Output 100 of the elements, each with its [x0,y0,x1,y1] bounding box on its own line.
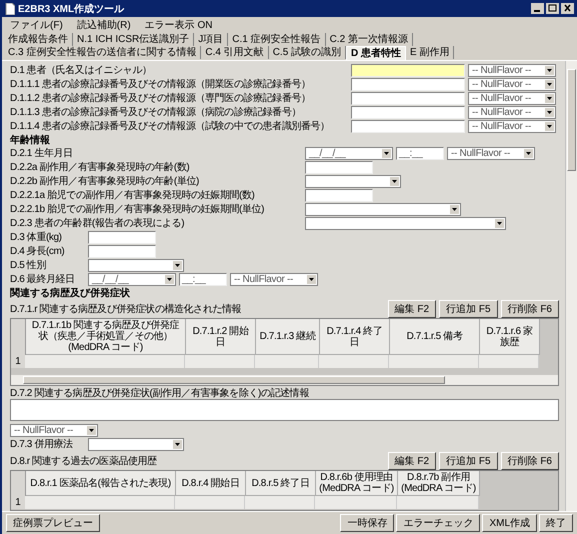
date-dropdown[interactable]: __/__/__ [305,146,393,160]
field-label: D.2.2.1b 胎児での副作用／有害事象発現時の妊娠期間(単位) [10,202,266,216]
toolbar-button[interactable]: 編集 F2 [388,300,436,318]
toolbar-button[interactable]: 行追加 F5 [439,452,498,470]
tab[interactable]: 作成報告条件 [4,33,73,46]
column-header[interactable]: D.8.r.4 開始日 [176,471,246,496]
toolbar-button[interactable]: 行削除 F6 [500,452,559,470]
tab[interactable]: N.1 ICH ICSR伝送識別子 [73,33,194,46]
tab[interactable]: C.4 引用文献 [201,46,269,59]
toolbar-button[interactable]: 行削除 F6 [500,300,559,318]
section-heading: 年齢情報 [10,134,51,146]
column-header[interactable]: D.7.1.r.1b 関連する病歴及び併発症状（疾患／手術処置／その他）(MedDRA コード) [26,319,186,355]
null-flavor-dropdown[interactable]: -- NullFlavor -- [468,92,556,104]
column-header[interactable]: D.8.r.6b 使用理由 (MedDRA コード) [316,471,398,496]
dropdown[interactable] [88,438,184,450]
dropdown-arrow-icon [382,148,391,158]
footer-button[interactable]: XML作成 [482,514,537,532]
field-label: D.1.1.2 患者の診療記録番号及びその情報源（専門医の診療記録番号） [10,92,312,105]
tab[interactable]: J項目 [194,33,228,46]
menu-item[interactable]: エラー表示 ON [144,18,212,32]
field-label: D.1.1.4 患者の診療記録番号及びその情報源（試験の中での患者識別番号） [10,120,331,133]
footer-button[interactable]: 一時保存 [340,514,394,532]
row-number: 1 [11,496,25,509]
table-cell[interactable] [245,496,315,509]
null-flavor-dropdown[interactable]: -- NullFlavor -- [447,146,535,160]
menu-item[interactable]: 読込補助(R) [76,18,131,32]
close-icon[interactable] [561,3,574,14]
dropdown-arrow-icon [545,66,554,74]
table-cell[interactable] [25,496,175,509]
table-cell[interactable] [397,496,479,509]
table-cell[interactable] [25,355,185,368]
table-cell[interactable] [175,496,245,509]
menu-item[interactable]: ファイル(F) [10,18,63,32]
table-cell[interactable] [315,496,397,509]
text-field[interactable] [351,78,465,90]
table-cell[interactable] [319,355,389,368]
row-number: 1 [11,355,25,368]
toolbar-button[interactable]: 行追加 F5 [439,300,498,318]
field-label: D.2.3 患者の年齢群(報告者の表現による) [10,216,186,230]
column-header[interactable]: D.8.r.7b 副作用 (MedDRA コード) [398,471,480,496]
date-dropdown[interactable]: __/__/__ [88,272,176,286]
null-flavor-dropdown[interactable]: -- NullFlavor -- [468,106,556,118]
text-field[interactable] [351,92,465,104]
preview-button[interactable]: 症例票プレビュー [6,514,100,532]
field-label: D.1.1.3 患者の診療記録番号及びその情報源（病院の診療記録番号） [10,106,302,119]
dropdown[interactable] [305,174,401,188]
text-field[interactable] [88,244,156,258]
column-header[interactable]: D.8.r.1 医薬品名(報告された表現) [26,471,176,496]
text-area[interactable] [10,399,559,421]
dropdown-arrow-icon [173,260,182,270]
grid-corner [11,319,26,355]
maximize-icon[interactable] [546,3,559,14]
dropdown-arrow-icon [450,204,459,214]
column-header[interactable]: D.7.1.r.5 備考 [390,319,480,355]
dropdown[interactable] [305,202,461,216]
table-cell[interactable] [389,355,479,368]
null-flavor-dropdown[interactable]: -- NullFlavor -- [468,64,556,76]
field-label: D.2.1 生年月日 [10,146,74,160]
column-header[interactable]: D.7.1.r.3 継続 [256,319,320,355]
column-header[interactable]: D.7.1.r.2 開始日 [186,319,256,355]
table-cell[interactable] [185,355,255,368]
time-field[interactable]: __:__ [179,272,227,286]
dropdown[interactable] [88,258,184,272]
toolbar-button[interactable]: 編集 F2 [388,452,436,470]
null-flavor-dropdown[interactable]: -- NullFlavor -- [10,424,98,436]
tab[interactable]: E 副作用 [406,46,454,59]
horizontal-scrollbar[interactable] [11,375,558,385]
tab[interactable]: D 患者特性 [346,46,406,60]
field-label: D.4 身長(cm) [10,245,66,258]
field-label: D.2.2.1a 胎児での副作用／有害事象発現時の妊娠期間(数) [10,188,256,202]
tab[interactable]: C.1 症例安全性報告 [228,33,326,46]
field-label: D.2.2a 副作用／有害事象発現時の年齢(数) [10,160,190,174]
table-cell[interactable] [255,355,319,368]
time-field[interactable]: __:__ [396,146,444,160]
vertical-scrollbar[interactable] [565,61,577,511]
null-flavor-dropdown[interactable]: -- NullFlavor -- [468,120,556,132]
column-header[interactable]: D.7.1.r.4 終了日 [320,319,390,355]
dropdown[interactable] [305,216,506,230]
text-field[interactable] [351,106,465,118]
text-field[interactable] [351,64,465,76]
footer-button[interactable]: 終了 [539,514,573,532]
minimize-icon[interactable] [531,3,544,14]
text-field[interactable] [305,188,373,202]
text-field[interactable] [88,230,156,244]
tab[interactable]: C.3 症例安全性報告の送信者に関する情報 [4,46,202,59]
section-heading: 関連する病歴及び併発症状 [10,286,131,299]
footer-button[interactable]: エラーチェック [396,514,480,532]
text-field[interactable] [351,120,465,132]
column-header[interactable]: D.7.1.r.6 家族歴 [480,319,540,355]
table-cell[interactable] [479,355,539,368]
column-header[interactable]: D.8.r.5 終了日 [246,471,316,496]
text-field[interactable] [305,160,373,174]
field-label: D.5 性別 [10,258,47,272]
field-label: D.1.1.1 患者の診療記録番号及びその情報源（開業医の診療記録番号） [10,78,312,91]
table-label: D.7.1.r 関連する病歴及び併発症状の構造化された情報 [10,302,242,316]
field-label: D.2.2b 副作用／有害事象発現時の年齢(単位) [10,174,200,188]
window-title: E2BR3 XML作成ツール [18,2,124,16]
null-flavor-dropdown[interactable]: -- NullFlavor -- [468,78,556,90]
field-label: D.7.2 関連する病歴及び併発症状(副作用／有害事象を除く)の記述情報 [10,386,310,399]
null-flavor-dropdown[interactable]: -- NullFlavor -- [230,272,318,286]
